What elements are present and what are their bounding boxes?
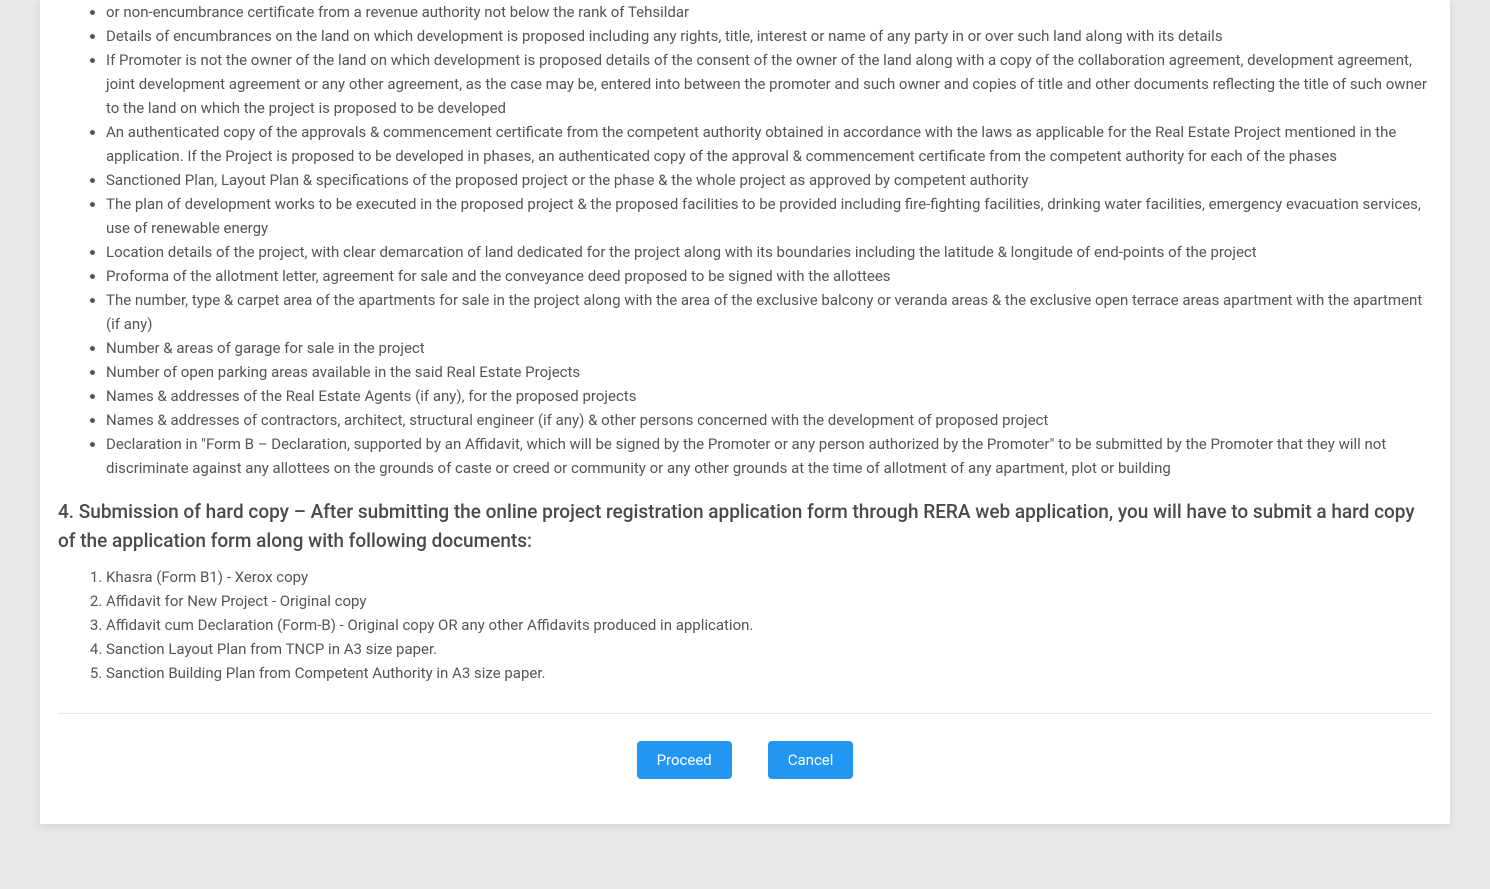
list-item: Number & areas of garage for sale in the… [106, 336, 1432, 360]
action-button-row: Proceed Cancel [58, 736, 1432, 794]
cancel-button[interactable]: Cancel [768, 741, 854, 779]
hard-copy-documents-list: Khasra (Form B1) - Xerox copy Affidavit … [58, 565, 1432, 685]
list-item: or non-encumbrance certificate from a re… [106, 0, 1432, 24]
list-item: Khasra (Form B1) - Xerox copy [106, 565, 1432, 589]
section-divider [58, 713, 1432, 714]
list-item: Details of encumbrances on the land on w… [106, 24, 1432, 48]
section-4-heading: 4. Submission of hard copy – After submi… [58, 498, 1432, 555]
list-item: Declaration in "Form B – Declaration, su… [106, 432, 1432, 480]
list-item: Location details of the project, with cl… [106, 240, 1432, 264]
list-item: Names & addresses of the Real Estate Age… [106, 384, 1432, 408]
list-item: The number, type & carpet area of the ap… [106, 288, 1432, 336]
list-item: If Promoter is not the owner of the land… [106, 48, 1432, 120]
list-item: Sanction Layout Plan from TNCP in A3 siz… [106, 637, 1432, 661]
list-item: Sanctioned Plan, Layout Plan & specifica… [106, 168, 1432, 192]
list-item: Affidavit cum Declaration (Form-B) - Ori… [106, 613, 1432, 637]
list-item: The plan of development works to be exec… [106, 192, 1432, 240]
page-container: or non-encumbrance certificate from a re… [40, 0, 1450, 824]
requirements-bullet-list: or non-encumbrance certificate from a re… [58, 0, 1432, 480]
list-item: Proforma of the allotment letter, agreem… [106, 264, 1432, 288]
proceed-button[interactable]: Proceed [637, 741, 732, 779]
list-item: Affidavit for New Project - Original cop… [106, 589, 1432, 613]
content-area: or non-encumbrance certificate from a re… [58, 0, 1432, 794]
list-item: Sanction Building Plan from Competent Au… [106, 661, 1432, 685]
list-item: Number of open parking areas available i… [106, 360, 1432, 384]
list-item: Names & addresses of contractors, archit… [106, 408, 1432, 432]
list-item: An authenticated copy of the approvals &… [106, 120, 1432, 168]
